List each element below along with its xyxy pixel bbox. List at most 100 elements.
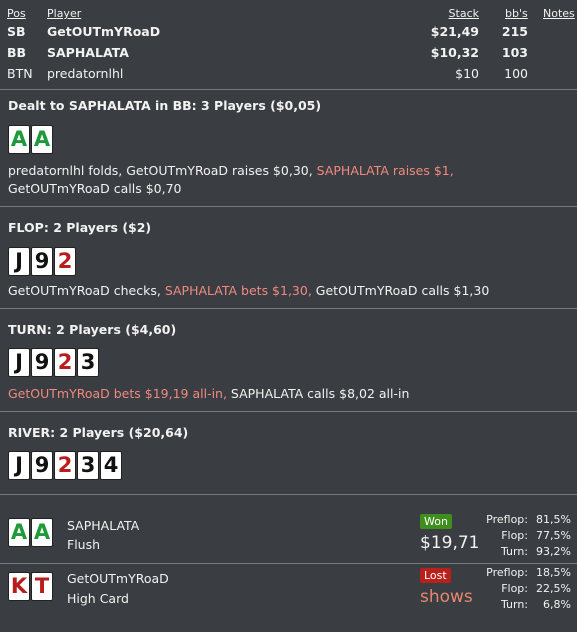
card-rank: K <box>10 574 28 598</box>
river-cards: J 9 2 3 4 <box>8 451 122 480</box>
divider <box>0 563 577 564</box>
card-rank: 2 <box>57 249 73 273</box>
player-pos: SB <box>7 24 26 39</box>
flop-cards: J 9 2 <box>8 247 76 276</box>
playing-card: J <box>8 451 30 480</box>
stack-column-header[interactable]: Stack <box>449 7 479 20</box>
card-rank: 2 <box>57 350 73 374</box>
card-rank: 2 <box>57 453 73 477</box>
player-bbs: 100 <box>504 66 528 81</box>
player-stack: $10,32 <box>430 45 479 60</box>
bbs-column-header[interactable]: bb's <box>505 7 528 20</box>
equity-row: Turn: 93,2% <box>470 545 573 559</box>
result-badge: Lost <box>420 568 451 583</box>
equity-row: Preflop: 18,5% <box>470 566 573 580</box>
player-pos: BTN <box>7 66 33 81</box>
card-rank: 4 <box>103 453 119 477</box>
playing-card: 2 <box>54 247 76 276</box>
playing-card: A <box>31 518 53 547</box>
flop-actions: GetOUTmYRoaD checks, SAPHALATA bets $1,3… <box>8 282 557 300</box>
playing-card: 3 <box>77 348 99 377</box>
result-player-name: SAPHALATA <box>67 518 140 533</box>
action-text: GetOUTmYRoaD checks, <box>8 283 165 298</box>
player-stack: $10 <box>455 66 479 81</box>
card-rank: 9 <box>34 453 50 477</box>
player-name: predatornlhl <box>47 66 124 81</box>
pos-column-header[interactable]: Pos <box>7 7 26 20</box>
equity-row: Flop: 77,5% <box>470 529 573 543</box>
equity-value: 22,5% <box>536 582 571 595</box>
player-name: SAPHALATA <box>47 45 129 60</box>
river-title: RIVER: 2 Players ($20,64) <box>8 425 189 440</box>
card-rank: 3 <box>80 453 96 477</box>
equity-label: Turn: <box>500 545 528 558</box>
villain-action-text: GetOUTmYRoaD bets $19,19 all-in, <box>8 386 227 401</box>
card-rank: A <box>10 520 28 544</box>
player-row[interactable]: SB GetOUTmYRoaD $21,49 215 <box>0 24 577 40</box>
card-rank: T <box>34 574 50 598</box>
player-row[interactable]: BTN predatornlhl $10 100 <box>0 66 577 82</box>
notes-column-header[interactable]: Notes <box>543 7 575 20</box>
turn-cards: J 9 2 3 <box>8 348 99 377</box>
playing-card: T <box>31 572 53 601</box>
playing-card: 9 <box>31 348 53 377</box>
result-player-name: GetOUTmYRoaD <box>67 571 169 586</box>
flop-title: FLOP: 2 Players ($2) <box>8 220 152 235</box>
card-rank: J <box>15 453 23 477</box>
player-bbs: 215 <box>501 24 528 39</box>
preflop-actions: predatornlhl folds, GetOUTmYRoaD raises … <box>8 162 557 198</box>
playing-card: 4 <box>100 451 122 480</box>
hero-action-text: SAPHALATA raises $1, <box>316 163 454 178</box>
card-rank: 3 <box>80 350 96 374</box>
card-rank: 9 <box>34 350 50 374</box>
player-bbs: 103 <box>501 45 528 60</box>
result-badge: Won <box>420 514 452 529</box>
card-rank: A <box>33 127 51 151</box>
action-text: predatornlhl folds, GetOUTmYRoaD raises … <box>8 163 317 178</box>
divider <box>0 89 577 90</box>
result-hand-rank: Flush <box>67 537 101 552</box>
card-rank: A <box>10 127 28 151</box>
player-column-header[interactable]: Player <box>47 7 81 20</box>
player-table-header: Pos Player Stack bb's Notes <box>0 7 577 21</box>
divider <box>0 494 577 495</box>
turn-actions: GetOUTmYRoaD bets $19,19 all-in, SAPHALA… <box>8 385 557 403</box>
playing-card: A <box>31 125 53 154</box>
equity-row: Turn: 6,8% <box>470 598 573 612</box>
player-row[interactable]: BB SAPHALATA $10,32 103 <box>0 45 577 61</box>
showdown-cards: A A <box>8 518 53 547</box>
divider <box>0 308 577 309</box>
action-text: GetOUTmYRoaD calls $0,70 <box>8 181 182 196</box>
equity-value: 77,5% <box>536 529 571 542</box>
playing-card: A <box>8 518 30 547</box>
playing-card: J <box>8 348 30 377</box>
playing-card: A <box>8 125 30 154</box>
card-rank: A <box>33 520 51 544</box>
action-text: GetOUTmYRoaD calls $1,30 <box>311 283 490 298</box>
equity-row: Flop: 22,5% <box>470 582 573 596</box>
hero-action-text: SAPHALATA bets $1,30, <box>164 283 312 298</box>
turn-title: TURN: 2 Players ($4,60) <box>8 322 177 337</box>
card-rank: J <box>15 249 23 273</box>
showdown-cards: K T <box>8 572 53 601</box>
result-amount: shows <box>420 587 473 607</box>
playing-card: 9 <box>31 451 53 480</box>
equity-value: 93,2% <box>536 545 571 558</box>
action-text: SAPHALATA calls $8,02 all-in <box>226 386 410 401</box>
playing-card: 2 <box>54 348 76 377</box>
hole-cards: A A <box>8 125 53 154</box>
card-rank: J <box>15 350 23 374</box>
player-stack: $21,49 <box>430 24 479 39</box>
equity-value: 18,5% <box>536 566 571 579</box>
equity-label: Preflop: <box>486 513 528 526</box>
equity-row: Preflop: 81,5% <box>470 513 573 527</box>
player-pos: BB <box>7 45 27 60</box>
playing-card: J <box>8 247 30 276</box>
equity-label: Turn: <box>500 598 528 611</box>
playing-card: K <box>8 572 30 601</box>
equity-value: 81,5% <box>536 513 571 526</box>
playing-card: 2 <box>54 451 76 480</box>
equity-value: 6,8% <box>543 598 571 611</box>
equity-label: Flop: <box>501 582 528 595</box>
equity-label: Flop: <box>501 529 528 542</box>
